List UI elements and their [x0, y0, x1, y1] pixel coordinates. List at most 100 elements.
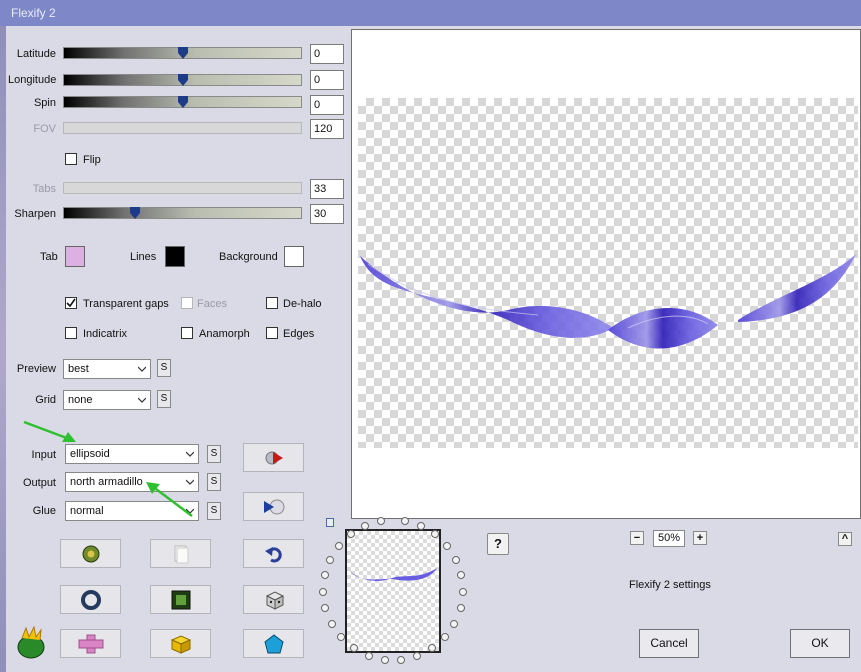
fov-input[interactable]: 120: [310, 119, 344, 139]
cube-button[interactable]: [150, 629, 211, 658]
dice-button[interactable]: [243, 585, 304, 614]
sharpen-slider-thumb[interactable]: [130, 207, 141, 219]
navigator-dot[interactable]: [327, 619, 336, 628]
navigator-dot[interactable]: [452, 555, 461, 564]
cube-icon: [170, 634, 191, 654]
navigator-dot[interactable]: [360, 521, 369, 530]
spin-slider[interactable]: [63, 96, 302, 108]
indicatrix-checkbox[interactable]: [65, 327, 77, 339]
preview-select[interactable]: best: [63, 359, 151, 379]
navigator-dot[interactable]: [321, 604, 330, 613]
undo-button[interactable]: [243, 539, 304, 568]
collapse-button[interactable]: ^: [838, 532, 852, 546]
latitude-input[interactable]: 0: [310, 44, 344, 64]
de-halo-label: De-halo: [283, 298, 322, 310]
dice-icon: [265, 590, 284, 610]
glue-s-button[interactable]: S: [207, 502, 221, 520]
grid-select-value: none: [68, 394, 93, 406]
navigator-dot[interactable]: [401, 517, 410, 526]
spin-label: Spin: [33, 97, 56, 109]
spin-input[interactable]: 0: [310, 95, 344, 115]
longitude-input[interactable]: 0: [310, 70, 344, 90]
latitude-slider-thumb[interactable]: [177, 47, 188, 59]
spin-slider-thumb[interactable]: [177, 96, 188, 108]
navigator-dot[interactable]: [380, 655, 389, 664]
grid-s-button[interactable]: S: [157, 390, 171, 408]
navigator-dot[interactable]: [458, 587, 467, 596]
lines-color-label: Lines: [130, 251, 157, 263]
play-forward-button[interactable]: [243, 443, 304, 472]
glue-select-value: normal: [70, 505, 104, 517]
output-label: Output: [22, 477, 56, 489]
ok-button[interactable]: OK: [790, 629, 850, 658]
cancel-button[interactable]: Cancel: [639, 629, 699, 658]
zoom-in-button[interactable]: +: [693, 531, 707, 545]
edges-checkbox[interactable]: [266, 327, 278, 339]
pentagon-button[interactable]: [243, 629, 304, 658]
lines-color-swatch[interactable]: [165, 246, 185, 267]
navigator-thumbnail[interactable]: [345, 529, 441, 653]
tabs-slider: [63, 182, 302, 194]
navigator-dot[interactable]: [364, 651, 373, 660]
input-select-value: ellipsoid: [70, 448, 110, 460]
sharpen-slider[interactable]: [63, 207, 302, 219]
navigator-dot[interactable]: [346, 530, 355, 539]
frame-icon: [171, 590, 190, 609]
navigator-dot[interactable]: [325, 555, 334, 564]
flip-checkbox[interactable]: [65, 153, 77, 165]
play-back-button[interactable]: [243, 492, 304, 521]
navigator-dot[interactable]: [334, 541, 343, 550]
transparent-gaps-checkbox[interactable]: [65, 297, 77, 309]
tabs-input[interactable]: 33: [310, 179, 344, 199]
cross-icon: [78, 634, 103, 653]
navigator-dot[interactable]: [349, 644, 358, 653]
navigator-dot[interactable]: [440, 633, 449, 642]
longitude-label: Longitude: [8, 74, 57, 86]
title-bar: [0, 0, 861, 26]
chevron-down-icon: [138, 397, 146, 403]
checkmark-icon: [66, 298, 76, 308]
navigator-dot[interactable]: [417, 521, 426, 530]
cross-button[interactable]: [60, 629, 121, 658]
grid-select[interactable]: none: [63, 390, 151, 410]
navigator-dot[interactable]: [376, 517, 385, 526]
open-button[interactable]: [60, 539, 121, 568]
ring-button[interactable]: [60, 585, 121, 614]
flip-label: Flip: [83, 154, 101, 166]
navigator-dot[interactable]: [443, 541, 452, 550]
navigator-dot[interactable]: [456, 604, 465, 613]
longitude-slider[interactable]: [63, 74, 302, 86]
navigator-dot[interactable]: [397, 655, 406, 664]
output-s-button[interactable]: S: [207, 473, 221, 491]
sharpen-input[interactable]: 30: [310, 204, 344, 224]
glue-label: Glue: [32, 505, 56, 517]
pentagon-icon: [263, 633, 284, 653]
longitude-slider-thumb[interactable]: [177, 74, 188, 86]
preview-label: Preview: [16, 363, 56, 375]
navigator-toggle-icon[interactable]: [326, 518, 334, 527]
play-forward-icon: [265, 451, 283, 464]
de-halo-checkbox[interactable]: [266, 297, 278, 309]
navigator-dot[interactable]: [320, 571, 329, 580]
copy-button[interactable]: [150, 539, 211, 568]
tab-color-swatch[interactable]: [65, 246, 85, 267]
navigator-dot[interactable]: [319, 587, 328, 596]
help-button[interactable]: ?: [487, 533, 509, 555]
latitude-slider[interactable]: [63, 47, 302, 59]
open-icon: [82, 545, 99, 562]
navigator-dot[interactable]: [413, 651, 422, 660]
zoom-out-button[interactable]: −: [630, 531, 644, 545]
navigator-dot[interactable]: [457, 571, 466, 580]
frame-button[interactable]: [150, 585, 211, 614]
input-s-button[interactable]: S: [207, 445, 221, 463]
ribbon-thumbnail-icon: [349, 568, 437, 581]
window-title: Flexify 2: [11, 6, 56, 20]
navigator-dot[interactable]: [450, 619, 459, 628]
left-edge-strip: [0, 26, 6, 672]
input-select[interactable]: ellipsoid: [65, 444, 199, 464]
fov-label: FOV: [33, 123, 56, 135]
fov-slider: [63, 122, 302, 134]
anamorph-checkbox[interactable]: [181, 327, 193, 339]
background-color-swatch[interactable]: [284, 246, 304, 267]
preview-s-button[interactable]: S: [157, 359, 171, 377]
